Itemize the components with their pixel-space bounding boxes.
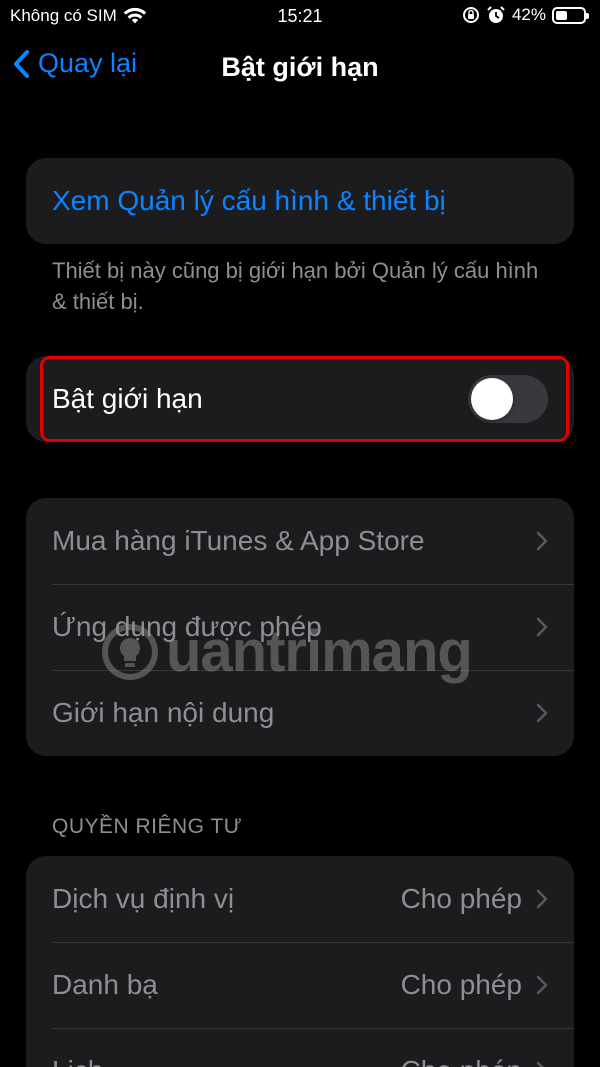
restrictions-toggle-group: Bật giới hạn [26, 356, 574, 442]
list-item-itunes-app-store[interactable]: Mua hàng iTunes & App Store [26, 498, 574, 584]
list-item-label: Lịch [52, 1055, 401, 1067]
profile-group: Xem Quản lý cấu hình & thiết bị [26, 158, 574, 244]
list-item-label: Giới hạn nội dung [52, 697, 275, 728]
view-profile-management-label: Xem Quản lý cấu hình & thiết bị [52, 185, 446, 216]
chevron-right-icon [536, 703, 548, 723]
list-item-value: Cho phép [400, 969, 522, 1000]
chevron-right-icon [536, 975, 548, 995]
list-item-label: Danh bạ [52, 969, 158, 1000]
list-item-label: Mua hàng iTunes & App Store [52, 525, 425, 556]
chevron-right-icon [536, 889, 548, 909]
rotation-lock-icon [462, 7, 479, 23]
list-item-content-restrictions[interactable]: Giới hạn nội dung [26, 670, 574, 756]
list-item-contacts[interactable]: Danh bạ Cho phép [26, 942, 574, 1028]
toggle-knob [471, 378, 513, 420]
list-item-value: Cho phép [401, 1055, 522, 1067]
status-right: 42% [462, 5, 589, 25]
status-bar: Không có SIM 15:21 42% [0, 0, 600, 34]
page-title: Bật giới hạn [221, 52, 379, 82]
alarm-icon [487, 6, 505, 23]
list-item-calendar[interactable]: Lịch Cho phép [26, 1028, 574, 1067]
chevron-right-icon [536, 617, 548, 637]
profile-footer-text: Thiết bị này cũng bị giới hạn bởi Quản l… [52, 258, 539, 314]
privacy-group: Dịch vụ định vị Cho phép Danh bạ Cho phé… [26, 856, 574, 1067]
chevron-right-icon [536, 1061, 544, 1067]
privacy-section-header: QUYỀN RIÊNG TƯ [52, 815, 243, 838]
list-item-label: Dịch vụ định vị [52, 883, 235, 914]
list-item-value: Cho phép [400, 883, 522, 914]
navigation-bar: Quay lại Bật giới hạn [0, 36, 600, 100]
battery-icon [552, 6, 589, 24]
store-content-group: Mua hàng iTunes & App Store Ứng dụng đượ… [26, 498, 574, 756]
list-item-location-services[interactable]: Dịch vụ định vị Cho phép [26, 856, 574, 942]
restrictions-toggle-row: Bật giới hạn [26, 356, 574, 442]
view-profile-management-link[interactable]: Xem Quản lý cấu hình & thiết bị [26, 158, 574, 244]
list-item-allowed-apps[interactable]: Ứng dụng được phép [26, 584, 574, 670]
chevron-right-icon [536, 531, 548, 551]
battery-fill [556, 10, 567, 20]
restrictions-toggle-label: Bật giới hạn [52, 383, 203, 414]
list-item-label: Ứng dụng được phép [52, 611, 322, 642]
battery-percent: 42% [511, 5, 546, 24]
restrictions-toggle-switch[interactable] [468, 375, 548, 423]
